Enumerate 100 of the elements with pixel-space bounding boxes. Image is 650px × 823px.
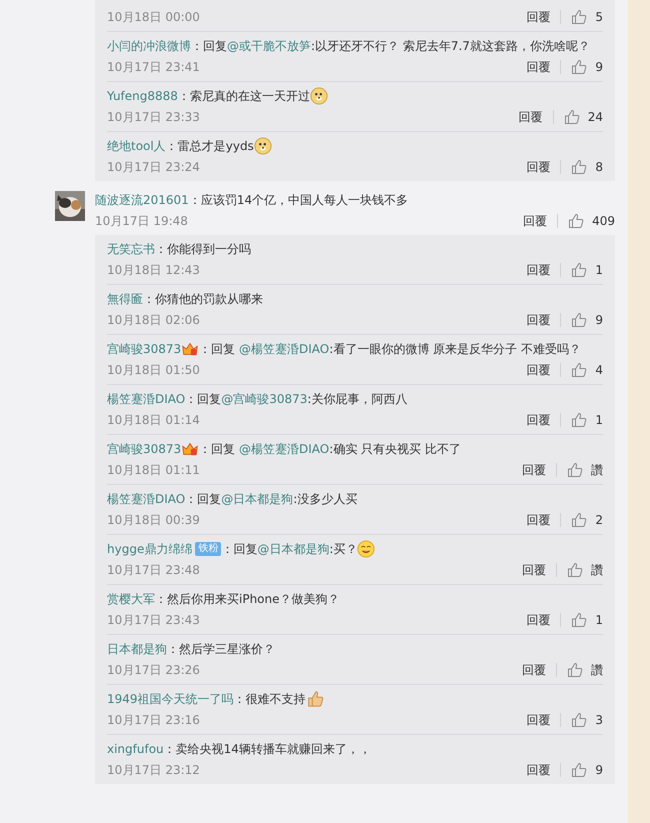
comment-text: ：然后学三星涨价？: [167, 641, 275, 658]
reply-link[interactable]: 回覆: [526, 410, 550, 430]
like-icon[interactable]: [571, 762, 588, 778]
dog-emoji-icon: [254, 137, 272, 155]
reply-link[interactable]: 回覆: [518, 107, 543, 127]
comment-text: ：回复: [199, 341, 236, 358]
mention-link[interactable]: @或干脆不放笋: [227, 37, 311, 55]
mention-link[interactable]: @宫崎骏30873: [221, 390, 308, 408]
comment-time: 10月18日 01:50: [107, 362, 200, 379]
like-icon[interactable]: [568, 213, 584, 229]
mention-link[interactable]: @日本都是狗: [257, 540, 330, 558]
like-count: 9: [595, 312, 603, 329]
username-link[interactable]: 赏樱大军: [107, 590, 155, 608]
reply-link[interactable]: 回覆: [526, 760, 550, 780]
comment-text: ：你猜他的罚款从哪来: [143, 291, 263, 308]
comment-time: 10月18日 12:43: [107, 262, 200, 279]
like-icon[interactable]: [571, 362, 588, 378]
comment-time: 10月17日 23:43: [107, 612, 200, 629]
reply-link[interactable]: 回覆: [526, 510, 550, 530]
username-link[interactable]: 随波逐流201601: [95, 191, 189, 209]
like-count: 讚: [591, 662, 603, 679]
comment-text: ：回复: [191, 38, 227, 55]
like-count: 2: [595, 512, 603, 529]
like-count: 1: [595, 262, 603, 279]
comment-text: :没多少人买: [293, 491, 358, 508]
like-icon[interactable]: [571, 412, 588, 428]
reply-link[interactable]: 回覆: [526, 360, 550, 380]
comment-text: :关你屁事，阿西八: [307, 391, 408, 408]
reply-link[interactable]: 回覆: [523, 211, 548, 231]
username-link[interactable]: 楊笠蹇涽DIAO: [107, 490, 186, 508]
comment-text: ：回复: [199, 441, 236, 458]
comment-time: 10月17日 23:16: [107, 712, 200, 729]
username-link[interactable]: 无笑忘书: [107, 240, 155, 258]
comment-text: ：应该罚14个亿，中国人每人一块钱不多: [188, 192, 408, 209]
like-icon[interactable]: [571, 59, 588, 75]
fan-badge: 铁粉: [195, 542, 222, 556]
like-icon[interactable]: [567, 662, 583, 678]
like-count: 讚: [591, 462, 603, 479]
like-count: 409: [592, 213, 615, 230]
comment-text: ：索尼真的在这一天开过: [178, 88, 310, 105]
comment-time: 10月17日 19:48: [95, 213, 188, 230]
comment-time: 10月17日 23:24: [107, 159, 200, 176]
like-icon[interactable]: [564, 109, 580, 125]
comment-time: 10月18日 00:00: [107, 9, 200, 26]
username-link[interactable]: 小闫的冲浪微博: [107, 37, 191, 55]
reply-link[interactable]: 回覆: [526, 57, 550, 77]
like-icon[interactable]: [567, 562, 583, 578]
reply-link[interactable]: 回覆: [522, 560, 546, 580]
comment-text: ：雷总才是yyds: [166, 138, 254, 155]
comment-text: ：回复: [185, 391, 222, 408]
username-link[interactable]: 宫崎骏30873: [107, 340, 182, 358]
like-count: 9: [595, 762, 603, 779]
comment-text: ：然后你用来买iPhone？做美狗？: [155, 591, 340, 608]
like-icon[interactable]: [571, 312, 588, 328]
reply-link[interactable]: 回覆: [526, 7, 550, 27]
comment-text: :买？: [329, 541, 358, 558]
reply-link[interactable]: 回覆: [526, 310, 550, 330]
comment-text: :看了一眼你的微博 原来是反华分子 不难受吗？: [329, 341, 581, 358]
mention-link[interactable]: @楊笠蹇涽DIAO: [239, 440, 330, 458]
like-count: 1: [595, 412, 603, 429]
like-count: 3: [595, 712, 603, 729]
like-icon[interactable]: [571, 159, 588, 175]
comment-text: :以牙还牙不行？ 索尼去年7.7就这套路，你洗啥呢？: [311, 38, 590, 55]
username-link[interactable]: hygge鼎力绵绵: [107, 540, 192, 558]
thumbs-up-emoji-icon: [306, 690, 324, 708]
like-count: 9: [595, 59, 603, 76]
like-icon[interactable]: [567, 462, 583, 478]
username-link[interactable]: xingfufou: [107, 740, 164, 758]
comment-time: 10月17日 23:26: [107, 662, 200, 679]
like-count: 8: [595, 159, 603, 176]
reply-link[interactable]: 回覆: [526, 157, 550, 177]
comment-time: 10月18日 01:11: [107, 462, 200, 479]
like-icon[interactable]: [571, 712, 588, 728]
mention-link[interactable]: @日本都是狗: [221, 490, 294, 508]
comment-time: 10月18日 02:06: [107, 312, 200, 329]
username-link[interactable]: 無得匬: [107, 290, 143, 308]
comment-text: ：很难不支持: [234, 691, 306, 708]
username-link[interactable]: 日本都是狗: [107, 640, 167, 658]
username-link[interactable]: 宫崎骏30873: [107, 440, 182, 458]
like-icon[interactable]: [571, 262, 588, 278]
like-count: 讚: [591, 562, 603, 579]
dog-emoji-icon: [310, 87, 328, 105]
username-link[interactable]: 绝地tool人: [107, 137, 166, 155]
like-icon[interactable]: [571, 9, 588, 25]
reply-link[interactable]: 回覆: [522, 660, 546, 680]
reply-link[interactable]: 回覆: [526, 710, 550, 730]
comment-time: 10月17日 23:48: [107, 562, 200, 579]
username-link[interactable]: 楊笠蹇涽DIAO: [107, 390, 186, 408]
like-icon[interactable]: [571, 512, 588, 528]
reply-link[interactable]: 回覆: [526, 260, 550, 280]
comment-time: 10月17日 23:12: [107, 762, 200, 779]
like-icon[interactable]: [571, 612, 588, 628]
comment-time: 10月18日 00:39: [107, 512, 200, 529]
mention-link[interactable]: @楊笠蹇涽DIAO: [239, 340, 330, 358]
comment-text: ：回复: [221, 541, 258, 558]
comment-text: :确实 只有央视买 比不了: [329, 441, 461, 458]
username-link[interactable]: 1949祖国今天统一了吗: [107, 690, 234, 708]
reply-link[interactable]: 回覆: [522, 460, 546, 480]
username-link[interactable]: Yufeng8888: [107, 87, 178, 105]
reply-link[interactable]: 回覆: [526, 610, 550, 630]
